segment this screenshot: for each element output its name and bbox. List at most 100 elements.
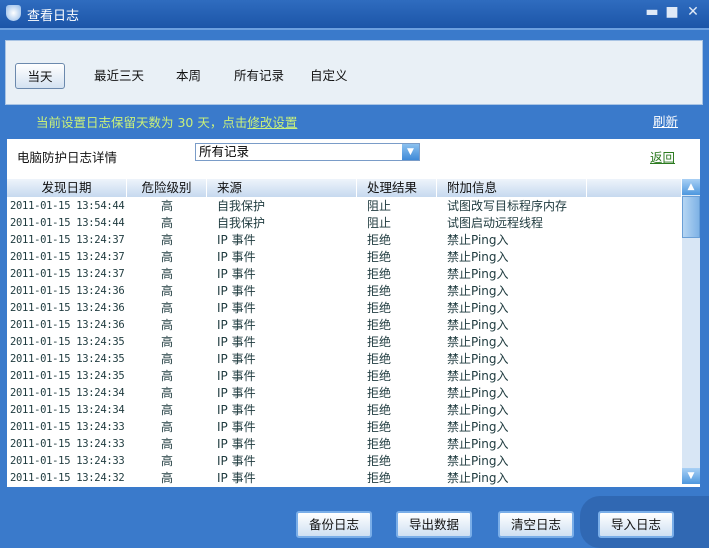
scroll-down-icon[interactable]: ▼ <box>682 468 700 484</box>
cell-level: 高 <box>160 199 173 213</box>
cell-level: 高 <box>160 352 173 366</box>
cell-date: 2011-01-15 13:24:35 <box>10 370 125 382</box>
cell-info: 禁止Ping入 <box>447 335 509 349</box>
table-row[interactable]: 2011-01-15 13:24:33 高 IP 事件 拒绝 禁止Ping入 <box>7 436 682 453</box>
cell-info: 试图启动远程线程 <box>447 216 544 230</box>
table-row[interactable]: 2011-01-15 13:54:44 高 自我保护 阻止 试图启动远程线程 <box>7 215 682 232</box>
window-title: 查看日志 <box>27 9 80 24</box>
cell-info: 禁止Ping入 <box>447 420 509 434</box>
tab-all-records[interactable]: 所有记录 <box>234 63 284 89</box>
table-header: 发现日期 危险级别 来源 处理结果 附加信息 <box>7 179 682 197</box>
cell-source: IP 事件 <box>217 250 256 264</box>
cell-source: IP 事件 <box>217 301 256 315</box>
app-logo-icon <box>6 5 21 21</box>
cell-date: 2011-01-15 13:24:33 <box>10 455 125 467</box>
import-log-button[interactable]: 导入日志 <box>598 511 674 538</box>
table-row[interactable]: 2011-01-15 13:24:36 高 IP 事件 拒绝 禁止Ping入 <box>7 283 682 300</box>
table-row[interactable]: 2011-01-15 13:54:44 高 自我保护 阻止 试图改写目标程序内存 <box>7 198 682 215</box>
cell-result: 拒绝 <box>367 352 392 366</box>
vertical-scrollbar[interactable]: ▲ ▼ <box>682 179 700 484</box>
cell-source: IP 事件 <box>217 403 256 417</box>
column-result[interactable]: 处理结果 <box>357 179 437 197</box>
cell-date: 2011-01-15 13:24:36 <box>10 302 125 314</box>
cell-info: 禁止Ping入 <box>447 471 509 485</box>
cell-result: 阻止 <box>367 199 392 213</box>
table-row[interactable]: 2011-01-15 13:24:34 高 IP 事件 拒绝 禁止Ping入 <box>7 385 682 402</box>
cell-result: 拒绝 <box>367 420 392 434</box>
cell-level: 高 <box>160 420 173 434</box>
cell-info: 禁止Ping入 <box>447 267 509 281</box>
scroll-up-icon[interactable]: ▲ <box>682 179 700 195</box>
column-source[interactable]: 来源 <box>207 179 357 197</box>
cell-date: 2011-01-15 13:24:34 <box>10 387 125 399</box>
cell-info: 禁止Ping入 <box>447 454 509 468</box>
column-info[interactable]: 附加信息 <box>437 179 587 197</box>
cell-result: 拒绝 <box>367 301 392 315</box>
log-table-body: 2011-01-15 13:54:44 高自我保护 阻止 试图改写目标程序内存 2011… <box>7 198 682 487</box>
cell-date: 2011-01-15 13:24:36 <box>10 319 125 331</box>
cell-result: 拒绝 <box>367 284 392 298</box>
close-button[interactable]: ✕ <box>685 4 701 20</box>
column-date[interactable]: 发现日期 <box>7 179 127 197</box>
cell-level: 高 <box>160 233 173 247</box>
cell-date: 2011-01-15 13:24:33 <box>10 438 125 450</box>
cell-info: 试图改写目标程序内存 <box>447 199 568 213</box>
table-row[interactable]: 2011-01-15 13:24:35 高 IP 事件 拒绝 禁止Ping入 <box>7 368 682 385</box>
tab-today[interactable]: 当天 <box>15 63 65 89</box>
table-row[interactable]: 2011-01-15 13:24:33 高 IP 事件 拒绝 禁止Ping入 <box>7 453 682 470</box>
cell-level: 高 <box>160 454 173 468</box>
cell-info: 禁止Ping入 <box>447 250 509 264</box>
cell-result: 拒绝 <box>367 471 392 485</box>
table-row[interactable]: 2011-01-15 13:24:37 高 IP 事件 拒绝 禁止Ping入 <box>7 266 682 283</box>
scroll-thumb[interactable] <box>682 196 700 238</box>
export-data-button[interactable]: 导出数据 <box>396 511 472 538</box>
cell-level: 高 <box>160 284 173 298</box>
notice-text: 当前设置日志保留天数为 30 天，点击 <box>36 115 248 130</box>
minimize-button[interactable]: ▬ <box>644 4 660 20</box>
modify-settings-link[interactable]: 修改设置 <box>247 115 297 130</box>
chevron-down-icon[interactable]: ▼ <box>402 144 419 160</box>
cell-level: 高 <box>160 335 173 349</box>
cell-info: 禁止Ping入 <box>447 318 509 332</box>
cell-source: IP 事件 <box>217 233 256 247</box>
tab-custom[interactable]: 自定义 <box>310 63 348 89</box>
cell-source: IP 事件 <box>217 437 256 451</box>
table-row[interactable]: 2011-01-15 13:24:35 高 IP 事件 拒绝 禁止Ping入 <box>7 351 682 368</box>
cell-source: IP 事件 <box>217 267 256 281</box>
cell-source: 自我保护 <box>217 199 266 213</box>
table-row[interactable]: 2011-01-15 13:24:37 高 IP 事件 拒绝 禁止Ping入 <box>7 249 682 266</box>
table-row[interactable]: 2011-01-15 13:24:36 高 IP 事件 拒绝 禁止Ping入 <box>7 300 682 317</box>
tab-this-week[interactable]: 本周 <box>176 63 201 89</box>
time-range-panel: 当天 最近三天 本周 所有记录 自定义 <box>5 40 703 105</box>
table-row[interactable]: 2011-01-15 13:24:34 高 IP 事件 拒绝 禁止Ping入 <box>7 402 682 419</box>
cell-result: 拒绝 <box>367 369 392 383</box>
table-row[interactable]: 2011-01-15 13:24:32 高 IP 事件 拒绝 禁止Ping入 <box>7 470 682 487</box>
table-row[interactable]: 2011-01-15 13:24:33 高 IP 事件 拒绝 禁止Ping入 <box>7 419 682 436</box>
cell-date: 2011-01-15 13:24:37 <box>10 251 125 263</box>
clear-log-button[interactable]: 清空日志 <box>498 511 574 538</box>
cell-result: 阻止 <box>367 216 392 230</box>
maximize-button[interactable]: ■ <box>664 4 680 20</box>
cell-source: IP 事件 <box>217 471 256 485</box>
table-row[interactable]: 2011-01-15 13:24:36 高 IP 事件 拒绝 禁止Ping入 <box>7 317 682 334</box>
cell-level: 高 <box>160 301 173 315</box>
table-row[interactable]: 2011-01-15 13:24:35 高 IP 事件 拒绝 禁止Ping入 <box>7 334 682 351</box>
backup-log-button[interactable]: 备份日志 <box>296 511 372 538</box>
tab-last-three-days[interactable]: 最近三天 <box>94 63 144 89</box>
cell-date: 2011-01-15 13:54:44 <box>10 217 125 229</box>
cell-source: 自我保护 <box>217 216 266 230</box>
cell-source: IP 事件 <box>217 284 256 298</box>
column-level[interactable]: 危险级别 <box>127 179 207 197</box>
cell-date: 2011-01-15 13:24:32 <box>10 472 125 484</box>
back-link[interactable]: 返回 <box>650 147 675 166</box>
cell-level: 高 <box>160 318 173 332</box>
cell-level: 高 <box>160 386 173 400</box>
cell-date: 2011-01-15 13:24:33 <box>10 421 125 433</box>
cell-info: 禁止Ping入 <box>447 352 509 366</box>
cell-level: 高 <box>160 471 173 485</box>
cell-result: 拒绝 <box>367 318 392 332</box>
cell-source: IP 事件 <box>217 454 256 468</box>
filter-select[interactable]: 所有记录 ▼ <box>195 143 420 161</box>
table-row[interactable]: 2011-01-15 13:24:37 高 IP 事件 拒绝 禁止Ping入 <box>7 232 682 249</box>
refresh-link[interactable]: 刷新 <box>653 111 678 130</box>
